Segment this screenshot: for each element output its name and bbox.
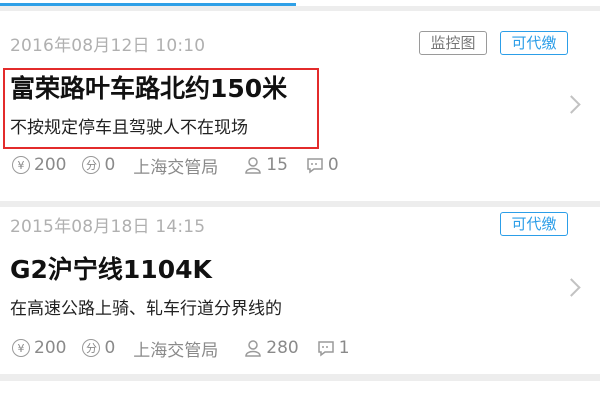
points-stat: 分 0: [82, 338, 115, 358]
followers-count: 15: [266, 155, 288, 175]
violation-date: 2015年08月18日 14:15: [10, 217, 206, 237]
fine-amount: 200: [34, 155, 67, 175]
points-stat: 分 0: [82, 155, 115, 175]
points-value: 0: [104, 338, 116, 358]
yen-circle-icon: ¥: [12, 339, 30, 357]
violation-description: 在高速公路上骑、轧车行道分界线的: [10, 299, 282, 319]
points-circle-icon: 分: [82, 339, 101, 357]
violation-stats: ¥ 200 分 0 上海交管局 280 1: [12, 337, 350, 361]
followers-stat: 280: [244, 338, 299, 358]
violation-card[interactable]: 2016年08月12日 10:10 监控图 可代缴 富荣路叶车路北约150米 不…: [0, 11, 600, 201]
tab-bar: [0, 0, 600, 6]
person-icon: [244, 339, 262, 357]
comments-stat[interactable]: 0: [306, 155, 339, 175]
monitor-image-button[interactable]: 监控图: [419, 31, 487, 55]
comments-stat[interactable]: 1: [317, 338, 350, 358]
chevron-right-icon[interactable]: [562, 278, 581, 297]
comment-icon: [306, 156, 324, 174]
violation-card[interactable]: 2015年08月18日 14:15 可代缴 G2沪宁线1104K 在高速公路上骑…: [0, 207, 600, 374]
authority-label: 上海交管局: [133, 157, 219, 178]
authority-label: 上海交管局: [133, 340, 219, 361]
points-value: 0: [104, 155, 116, 175]
points-circle-icon: 分: [82, 156, 101, 174]
chevron-right-icon[interactable]: [562, 95, 581, 114]
violation-card[interactable]: [0, 381, 600, 399]
pay-on-behalf-button[interactable]: 可代缴: [500, 31, 568, 55]
comment-icon: [317, 339, 335, 357]
fine-amount: 200: [34, 338, 67, 358]
yen-circle-icon: ¥: [12, 156, 30, 174]
highlight-box: [3, 68, 319, 149]
active-tab-indicator: [0, 3, 296, 6]
comments-count: 1: [338, 338, 350, 358]
violation-date: 2016年08月12日 10:10: [10, 36, 206, 56]
comments-count: 0: [327, 155, 339, 175]
pay-on-behalf-button[interactable]: 可代缴: [500, 212, 568, 236]
violation-stats: ¥ 200 分 0 上海交管局 15 0: [12, 154, 339, 178]
violation-location: G2沪宁线1104K: [10, 255, 212, 284]
followers-count: 280: [266, 338, 299, 358]
followers-stat: 15: [244, 155, 288, 175]
person-icon: [244, 156, 262, 174]
fine-stat: ¥ 200: [12, 155, 66, 175]
fine-stat: ¥ 200: [12, 338, 66, 358]
